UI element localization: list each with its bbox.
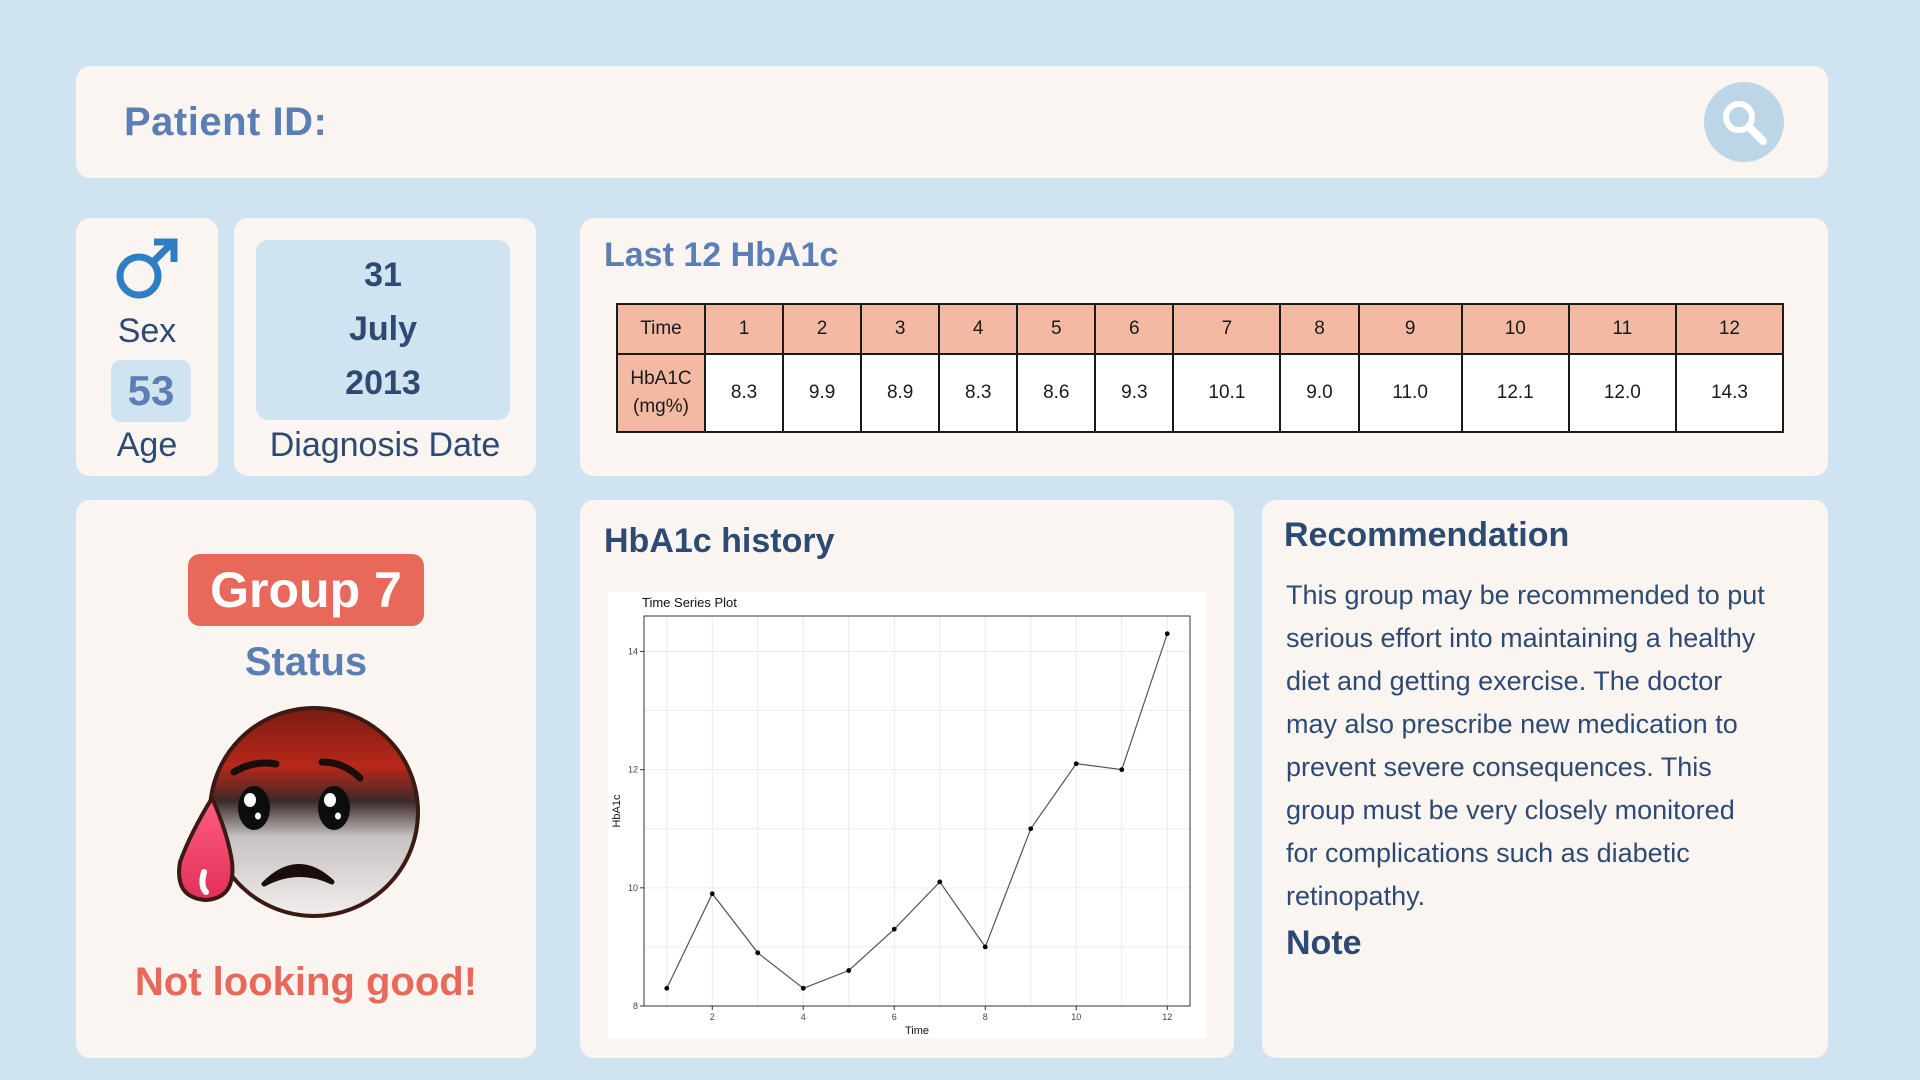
recommendation-text: This group may be recommended to put ser… [1286,574,1806,918]
value-cell: 8.3 [938,353,1019,433]
data-point [755,950,761,956]
value-cell: 8.9 [860,353,941,433]
data-point [709,891,715,897]
y-tick-label: 14 [628,646,638,656]
data-point [891,926,897,932]
sex-label: Sex [117,312,177,350]
x-tick-label: 4 [801,1012,806,1022]
age-label: Age [116,426,178,464]
y-tick-label: 8 [633,1001,638,1011]
data-point [846,968,852,973]
row-label-line1: HbA1C [630,368,692,389]
hba1c-table-card: Last 12 HbA1c Time 1 2 3 4 5 6 7 8 9 10 … [580,218,1828,476]
age-value: 53 [111,360,191,422]
diagnosis-date-box: 31 July 2013 [256,240,510,420]
status-verdict: Not looking good! [134,960,478,1004]
x-tick-label: 12 [1162,1012,1172,1022]
y-tick-label: 10 [628,883,638,893]
y-tick-label: 12 [628,765,638,775]
value-cell: 12.1 [1460,353,1570,433]
time-cell: 5 [1016,303,1097,355]
x-tick-label: 8 [983,1012,988,1022]
data-point [982,944,988,950]
value-cell: 8.6 [1016,353,1097,433]
plot-area: Time Series Plot 2 4 6 8 10 12 8 10 12 14 Time HbA1c [608,592,1206,1038]
time-cell: 4 [938,303,1019,355]
value-cell: 12.0 [1567,353,1677,433]
recommendation-line: retinopathy. [1286,881,1426,911]
time-series-chart: Time Series Plot 2 4 6 8 10 12 8 10 12 14 Time HbA1c [611,595,1191,1037]
recommendation-line: may also prescribe new medication to [1286,709,1738,739]
time-cell: 11 [1567,303,1677,355]
hba1c-history-card: HbA1c history Time Series Plot 2 4 6 8 10 12 8 1… [580,500,1234,1058]
recommendation-line: for complications such as diabetic [1286,838,1690,868]
value-cell: 14.3 [1674,353,1785,433]
x-tick-label: 10 [1071,1012,1081,1022]
diagnosis-date-card: 31 July 2013 Diagnosis Date [234,218,536,476]
note-label: Note [1286,924,1362,962]
diagnosis-day: 31 [364,256,402,294]
data-point [937,879,943,885]
recommendation-line: group must be very closely monitored [1286,795,1735,825]
table-title: Last 12 HbA1c [604,236,839,274]
diagnosis-year: 2013 [345,364,421,402]
status-label: Status [244,640,368,684]
recommendation-line: diet and getting exercise. The doctor [1286,666,1723,696]
plot-panel [643,615,1191,1007]
value-cell: 11.0 [1357,353,1463,433]
recommendation-line: prevent severe consequences. This [1286,752,1712,782]
time-header: Time [616,303,706,355]
diagnosis-month: July [348,310,418,348]
time-cell: 7 [1172,303,1282,355]
recommendation-title: Recommendation [1284,516,1570,554]
group-badge: Group 7 [188,554,424,626]
time-cell: 1 [703,303,785,355]
value-cell: 10.1 [1172,353,1282,433]
male-icon [116,238,178,299]
value-cell: 8.3 [703,353,785,433]
recommendation-line: serious effort into maintaining a health… [1286,623,1756,653]
sex-age-card: Sex 53 Age [76,218,218,476]
patient-id-label: Patient ID: [124,100,328,144]
series-line [666,633,1168,989]
hba1c-row-header: HbA1C (mg%) [616,353,706,433]
x-tick-label: 2 [710,1012,715,1022]
patient-search-bar: Patient ID: [76,66,1828,178]
time-cell: 9 [1357,303,1463,355]
anxious-sweat-face-icon [177,706,420,918]
data-point [800,985,806,991]
data-point [1073,761,1079,767]
status-card: Group 7 Status Not looking good! [76,500,536,1058]
recommendation-card: Recommendation This group may be recomme… [1262,500,1828,1058]
time-cell: 8 [1279,303,1360,355]
y-axis-label: HbA1c [611,794,623,828]
value-cell: 9.0 [1279,353,1360,433]
history-title: HbA1c history [604,522,835,560]
data-point [1164,631,1170,637]
table-header-row: Time 1 2 3 4 5 6 7 8 9 10 11 12 [616,303,1785,355]
search-icon [1723,101,1767,145]
recommendation-line: This group may be recommended to put [1286,580,1765,610]
data-point [1028,826,1034,832]
time-cell: 2 [782,303,863,355]
time-cell: 12 [1674,303,1785,355]
value-cell: 9.3 [1094,353,1175,433]
data-point [664,985,670,991]
time-cell: 3 [860,303,941,355]
search-button[interactable] [1704,82,1784,162]
chart-title: Time Series Plot [642,595,737,610]
time-cell: 6 [1094,303,1175,355]
value-cell: 9.9 [782,353,863,433]
hba1c-table: Time 1 2 3 4 5 6 7 8 9 10 11 12 HbA1C (m… [616,303,1785,433]
row-label-line2: (mg%) [633,396,689,417]
table-value-row: HbA1C (mg%) 8.3 9.9 8.9 8.3 8.6 9.3 10.1… [616,353,1785,433]
data-point [1119,767,1125,773]
x-tick-label: 6 [892,1012,897,1022]
time-cell: 10 [1460,303,1570,355]
diagnosis-date-label: Diagnosis Date [269,426,501,464]
x-axis-label: Time [905,1025,929,1037]
